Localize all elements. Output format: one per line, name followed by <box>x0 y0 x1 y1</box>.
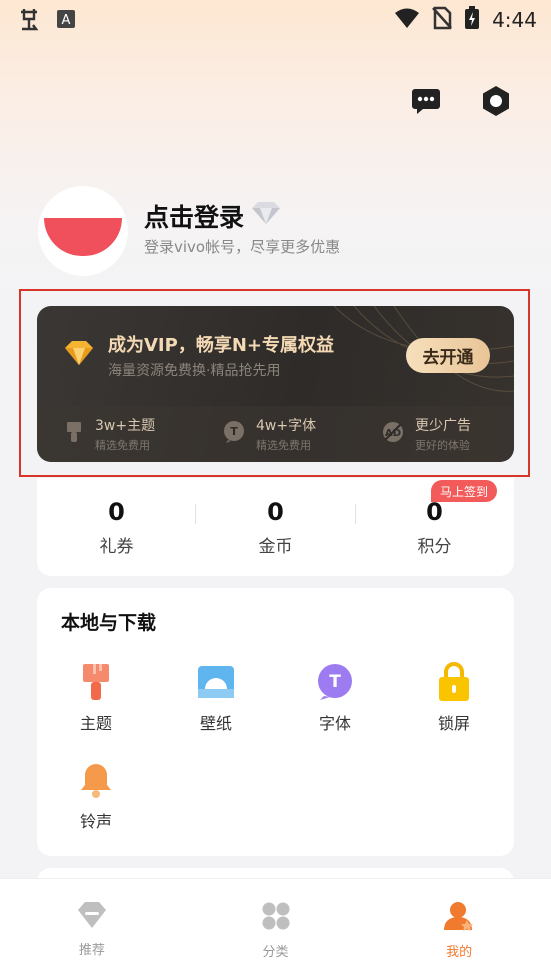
bell-icon <box>76 760 116 800</box>
message-icon[interactable] <box>409 84 443 118</box>
section-title: 本地与下载 <box>61 612 157 634</box>
wifi-icon <box>394 7 420 33</box>
tab-profile[interactable]: 我的 <box>367 879 551 979</box>
svg-text:T: T <box>230 425 238 438</box>
avatar[interactable] <box>38 186 128 276</box>
battery-charging-icon <box>464 6 480 34</box>
perk-themes: 3w+主题 精选免费用 <box>37 406 196 462</box>
login-subtitle: 登录vivo帐号，尽享更多优惠 <box>144 238 341 256</box>
sign-in-badge[interactable]: 马上签到 <box>431 480 497 502</box>
profile-icon <box>443 901 475 935</box>
stat-coins[interactable]: 0 金币 <box>196 478 355 576</box>
svg-text:T: T <box>329 672 341 692</box>
no-ads-icon: AD <box>381 420 405 448</box>
diamond-icon <box>250 200 282 232</box>
local-item-ringtone[interactable]: 铃声 <box>56 760 136 832</box>
svg-text:A: A <box>62 13 71 28</box>
lock-icon <box>434 662 474 702</box>
local-item-theme[interactable]: 主题 <box>56 662 136 734</box>
stat-coupons[interactable]: 0 礼券 <box>37 478 196 576</box>
status-time: 4:44 <box>492 8 537 32</box>
vip-title: 成为VIP，畅享N+专属权益 <box>108 335 334 356</box>
perk-fewer-ads: AD 更少广告 更好的体验 <box>355 406 514 462</box>
brush-icon <box>76 662 116 702</box>
no-sim-icon <box>432 6 453 34</box>
category-icon <box>261 901 291 935</box>
activate-vip-button[interactable]: 去开通 <box>406 338 490 373</box>
tab-recommend[interactable]: 推荐 <box>0 879 184 979</box>
local-item-lockscreen[interactable]: 锁屏 <box>414 662 494 734</box>
font-bubble-icon: T <box>222 420 246 448</box>
bottom-tab-bar: 推荐 分类 我的 <box>0 878 551 979</box>
font-icon: T <box>315 662 355 702</box>
local-item-font[interactable]: T 字体 <box>295 662 375 734</box>
vip-subtitle: 海量资源免费换·精品抢先用 <box>108 363 281 379</box>
brush-icon <box>63 420 85 448</box>
local-item-wallpaper[interactable]: 壁纸 <box>176 662 256 734</box>
login-title[interactable]: 点击登录 <box>144 198 282 234</box>
local-downloads-card: 本地与下载 主题 壁纸 T 字体 锁屏 铃声 <box>37 588 514 856</box>
vip-perks: 3w+主题 精选免费用 T 4w+字体 精选免费用 AD 更少广告 更好的体验 <box>37 406 514 462</box>
recommend-icon <box>76 901 108 933</box>
font-app-icon: A <box>56 9 76 33</box>
app-logo-icon <box>16 6 42 36</box>
vip-card[interactable]: 成为VIP，畅享N+专属权益 海量资源免费换·精品抢先用 去开通 3w+主题 精… <box>37 306 514 462</box>
vip-diamond-icon <box>63 339 95 371</box>
perk-fonts: T 4w+字体 精选免费用 <box>196 406 355 462</box>
tab-category[interactable]: 分类 <box>184 879 368 979</box>
status-bar: A 4:44 <box>0 0 551 40</box>
wallpaper-icon <box>196 662 236 702</box>
settings-hex-icon[interactable] <box>479 84 513 118</box>
